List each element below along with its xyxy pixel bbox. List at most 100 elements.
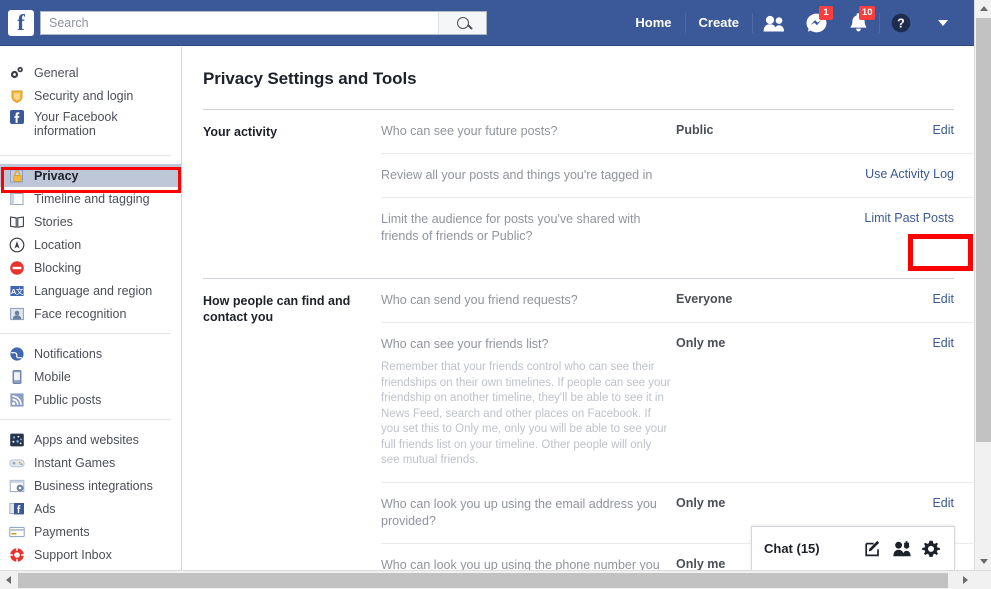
sidebar-item-label: Payments [34, 524, 90, 539]
sidebar-item-your-facebook-information[interactable]: Your Facebook information [0, 107, 181, 147]
sidebar-item-blocking[interactable]: Blocking [0, 256, 181, 279]
setting-action-use-activity-log[interactable]: Use Activity Log [861, 167, 974, 181]
setting-question: Who can look you up using the email addr… [381, 496, 657, 528]
life-ring-icon [9, 547, 25, 563]
sidebar-item-label: Stories [34, 214, 73, 229]
sidebar-item-label: Support Inbox [34, 547, 112, 562]
svg-text:?: ? [897, 17, 905, 31]
setting-action-limit-past-posts[interactable]: Limit Past Posts [861, 211, 974, 225]
language-icon: A 文 [9, 283, 25, 299]
main-content: Privacy Settings and Tools Your activity… [183, 47, 974, 570]
shield-icon [9, 88, 25, 104]
sidebar-item-apps-and-websites[interactable]: Apps and websites [0, 428, 181, 451]
setting-question: Who can look you up using the phone numb… [381, 557, 660, 571]
horizontal-scrollbar[interactable] [0, 570, 991, 589]
stories-book-icon [9, 214, 25, 230]
section-your-activity: Your activity Who can see your future po… [183, 110, 974, 258]
mobile-phone-icon [9, 369, 25, 385]
sidebar-divider [0, 419, 171, 420]
horizontal-scroll-thumb[interactable] [18, 573, 948, 588]
setting-note: Remember that your friends control who c… [381, 361, 671, 466]
setting-action-edit[interactable]: Edit [861, 336, 974, 350]
search-input[interactable] [41, 12, 438, 34]
sidebar-item-label: Mobile [34, 369, 71, 384]
scroll-right-button[interactable] [957, 571, 974, 589]
sidebar-item-language-and-region[interactable]: A 文 Language and region [0, 279, 181, 302]
top-nav-right: Home Create 1 10 ? [622, 0, 964, 46]
location-icon [9, 237, 25, 253]
sidebar-item-public-posts[interactable]: Public posts [0, 388, 181, 411]
apps-icon [9, 432, 25, 448]
search-bar [40, 11, 487, 35]
chat-title: Chat (15) [764, 541, 820, 556]
sidebar-item-business-integrations[interactable]: Business integrations [0, 474, 181, 497]
sidebar-divider [0, 333, 171, 334]
sidebar-item-label: Privacy [34, 168, 79, 183]
chat-dock[interactable]: Chat (15) [751, 526, 955, 570]
sidebar-item-general[interactable]: General [0, 61, 181, 84]
setting-action-edit[interactable]: Edit [861, 292, 974, 306]
facebook-logo[interactable]: f [8, 10, 34, 36]
sidebar-item-label: Location [34, 237, 82, 252]
scroll-right-arrow [963, 576, 968, 584]
sidebar-item-instant-games[interactable]: Instant Games [0, 451, 181, 474]
vertical-scrollbar[interactable] [974, 0, 991, 570]
sidebar-item-timeline-and-tagging[interactable]: Timeline and tagging [0, 187, 181, 210]
setting-question: Limit the audience for posts you've shar… [381, 212, 641, 243]
sidebar-item-label: Apps and websites [34, 432, 139, 447]
sidebar-item-security-and-login[interactable]: Security and login [0, 84, 181, 107]
sidebar-item-ads[interactable]: Ads [0, 497, 181, 520]
messenger-button[interactable]: 1 [795, 0, 837, 46]
sidebar-item-support-inbox[interactable]: Support Inbox [0, 543, 181, 566]
setting-question: Who can send you friend requests? [381, 293, 578, 307]
scroll-up-button[interactable] [975, 0, 991, 17]
setting-action-edit[interactable]: Edit [861, 123, 974, 137]
sidebar-item-stories[interactable]: Stories [0, 210, 181, 233]
notifications-badge: 10 [859, 6, 875, 20]
top-navigation-bar: f Home Create [0, 0, 974, 46]
chat-compose-button[interactable] [862, 538, 884, 560]
section-rows: Who can see your future posts? Public Ed… [381, 110, 974, 258]
scroll-down-button[interactable] [975, 553, 991, 570]
sidebar-item-face-recognition[interactable]: Face recognition [0, 302, 181, 325]
sidebar-item-privacy[interactable]: Privacy [0, 164, 181, 187]
notifications-button[interactable]: 10 [837, 0, 879, 46]
nav-home-link[interactable]: Home [622, 0, 684, 46]
svg-text:文: 文 [16, 286, 24, 296]
privacy-lock-icon [9, 168, 25, 184]
setting-value: Everyone [676, 292, 733, 306]
help-button[interactable]: ? [880, 0, 922, 46]
scroll-left-arrow [6, 576, 11, 584]
scroll-left-button[interactable] [0, 571, 17, 589]
face-recognition-icon [9, 306, 25, 322]
nav-create-link[interactable]: Create [686, 0, 752, 46]
friend-requests-button[interactable] [753, 0, 795, 46]
sidebar-item-label: Business integrations [34, 478, 153, 493]
sidebar-item-label: Your Facebook information [34, 110, 118, 138]
account-menu-button[interactable] [922, 0, 964, 46]
sidebar-item-location[interactable]: Location [0, 233, 181, 256]
credit-card-icon [9, 524, 25, 540]
settings-sidebar: General Security and login Your Facebook… [0, 47, 182, 570]
chevron-down-icon [938, 20, 948, 26]
scroll-up-arrow [979, 6, 988, 11]
setting-action-edit[interactable]: Edit [861, 496, 974, 510]
compose-pencil-icon [864, 540, 879, 557]
sidebar-item-label: Instant Games [34, 455, 116, 470]
setting-row: Limit the audience for posts you've shar… [381, 198, 974, 258]
sidebar-item-label: Face recognition [34, 306, 127, 321]
chat-settings-button[interactable] [920, 538, 942, 560]
setting-value: Only me [676, 336, 726, 350]
sidebar-item-label: General [34, 65, 79, 80]
notifications-globe-icon [9, 346, 25, 362]
sidebar-item-notifications[interactable]: Notifications [0, 342, 181, 365]
sidebar-item-label: Language and region [34, 283, 153, 298]
chat-friends-button[interactable] [891, 538, 913, 560]
sidebar-item-mobile[interactable]: Mobile [0, 365, 181, 388]
gamepad-icon [9, 455, 25, 471]
sidebar-item-label: Timeline and tagging [34, 191, 150, 206]
sidebar-item-payments[interactable]: Payments [0, 520, 181, 543]
setting-row-friends-list: Who can see your friends list? Remember … [381, 323, 974, 483]
search-button[interactable] [438, 12, 486, 34]
vertical-scroll-thumb[interactable] [976, 18, 991, 442]
